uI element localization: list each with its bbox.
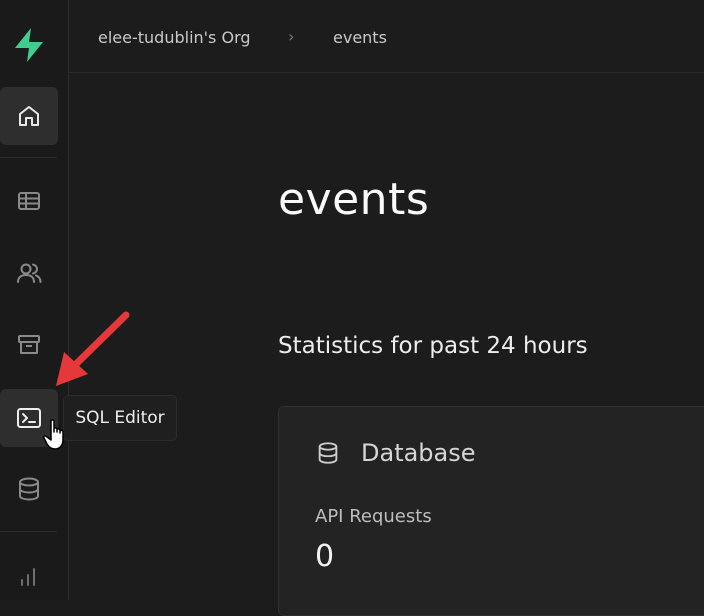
storage-archive-icon bbox=[18, 335, 40, 354]
table-editor-icon bbox=[18, 192, 40, 210]
stats-heading: Statistics for past 24 hours bbox=[278, 333, 588, 359]
breadcrumb-org[interactable]: elee-tudublin's Org bbox=[98, 28, 251, 47]
sidebar-item-reports[interactable] bbox=[0, 546, 58, 604]
sidebar-divider bbox=[0, 157, 57, 158]
card-title: Database bbox=[361, 439, 476, 467]
breadcrumb-project[interactable]: events bbox=[333, 28, 387, 47]
home-icon bbox=[19, 106, 39, 126]
sidebar-item-storage[interactable] bbox=[0, 316, 58, 374]
database-stats-card: Database API Requests 0 bbox=[278, 406, 704, 616]
sql-editor-tooltip: SQL Editor bbox=[63, 395, 177, 441]
sidebar-item-home[interactable] bbox=[0, 87, 58, 145]
page-title: events bbox=[278, 174, 430, 225]
database-icon bbox=[19, 477, 39, 501]
metric-label: API Requests bbox=[315, 506, 432, 527]
users-icon bbox=[17, 263, 42, 283]
sidebar-item-table-editor[interactable] bbox=[0, 172, 58, 230]
breadcrumb: elee-tudublin's Org › events bbox=[69, 0, 704, 73]
hand-pointer-cursor-icon bbox=[43, 419, 64, 450]
database-icon bbox=[318, 442, 338, 464]
supabase-logo-icon[interactable] bbox=[10, 26, 48, 64]
sidebar-item-authentication[interactable] bbox=[0, 244, 58, 302]
sidebar-item-database[interactable] bbox=[0, 460, 58, 518]
sidebar bbox=[0, 0, 69, 600]
reports-bar-chart-icon bbox=[21, 568, 35, 586]
breadcrumb-separator-icon: › bbox=[288, 27, 295, 46]
sql-editor-terminal-icon bbox=[17, 408, 41, 428]
sidebar-divider bbox=[0, 531, 57, 532]
metric-value: 0 bbox=[315, 539, 335, 574]
